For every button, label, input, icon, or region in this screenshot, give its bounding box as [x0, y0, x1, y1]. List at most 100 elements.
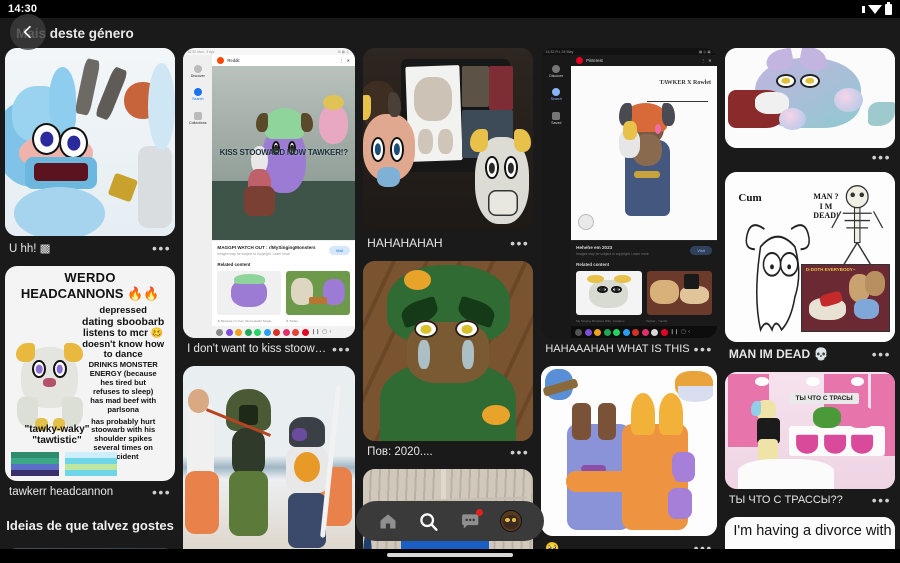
status-system-icons — [862, 1, 892, 15]
inner-status-bar: 18:30 Mon, 3 Apr ⊞ ▦ ◎ ∙ — [187, 49, 352, 54]
pin-card[interactable]: 18:30 Mon, 3 Apr⊞ ▦ ◎ ∙ Discover Search — [183, 48, 356, 357]
pin-caption: ••• — [725, 148, 895, 164]
inner-hero-image: KISS STOOWARD NOW TAWKER!? — [212, 66, 356, 240]
unread-badge — [475, 509, 483, 516]
pin-card[interactable]: 14:32 Fri, 24 May ▦ ◎ ▣ ∙ Discover Search — [541, 48, 717, 357]
inner-close-icon[interactable]: ✕ — [347, 58, 351, 63]
inner-visit-button[interactable]: Visit — [328, 246, 351, 255]
pin-card[interactable]: Пов: 2020.... ••• — [363, 261, 534, 460]
inner-link-title: Hehehe em 2023 — [576, 245, 613, 250]
pin-card[interactable]: ••• — [724, 48, 895, 164]
pin-overflow-menu[interactable]: ••• — [872, 493, 891, 507]
pin-image — [363, 48, 534, 231]
pin-title: ТЫ ЧТО С ТРАССЫ?? — [728, 494, 843, 506]
inner-app-name: Pinterest — [586, 58, 603, 63]
pin-image: 18:30 Mon, 3 Apr⊞ ▦ ◎ ∙ Discover Search — [183, 48, 356, 338]
pin-caption: tawkerr headcannon ••• — [5, 481, 175, 500]
nav-home-button[interactable] — [378, 511, 398, 531]
roblox-sign: ТЫ ЧТО С ТРАСЫ — [789, 393, 859, 405]
inner-thumb[interactable] — [646, 271, 712, 315]
section-title: Ideias de que talvez gostes — [6, 518, 174, 533]
inner-side-rail: Discover Search Collections — [183, 55, 213, 338]
rail-item-collections[interactable]: Collections — [189, 111, 207, 126]
pin-card[interactable]: U hh! ▩ ••• — [5, 48, 176, 257]
pin-card[interactable] — [183, 366, 356, 561]
pin-overflow-menu[interactable]: ••• — [510, 445, 529, 459]
pin-overflow-menu[interactable]: ••• — [872, 347, 891, 361]
pin-title: U hh! ▩ — [9, 243, 51, 255]
nav-messages-button[interactable] — [460, 509, 483, 531]
rail-item-discover[interactable]: Discover — [191, 65, 205, 79]
gesture-bar — [387, 553, 513, 557]
rail-item-discover[interactable]: Discover — [549, 65, 563, 79]
sketch-inset-panel: D-DOTH EVERYBODY~ — [801, 263, 890, 332]
pin-overflow-menu[interactable]: ••• — [510, 236, 529, 250]
pin-caption: I don't want to kiss stoowarb maggpi ••• — [183, 338, 355, 357]
inner-visit-button[interactable]: Visit — [690, 246, 712, 255]
rail-item-search[interactable]: Search — [192, 88, 203, 102]
pin-card[interactable]: 🥺 ••• — [541, 366, 717, 557]
pin-column-5: ••• Cum MAN ? I M DEAD! D-DOTH EVERYBODY… — [724, 48, 895, 563]
pin-caption: U hh! ▩ ••• — [5, 236, 175, 257]
pin-caption: HAHAAAHAH WHAT IS THIS ••• — [541, 338, 716, 357]
pin-image: Cum MAN ? I M DEAD! D-DOTH EVERYBODY~ — [724, 172, 895, 342]
pin-image — [183, 366, 356, 561]
pin-card[interactable]: WERDO HEADCANNONS 🔥🔥 depressed dating sb… — [5, 266, 176, 500]
inner-app-name: Reddit — [227, 58, 240, 63]
rail-item-search[interactable]: Search — [551, 88, 562, 102]
inner-side-rail: Discover Search Saved — [541, 55, 572, 338]
nav-profile-button[interactable] — [499, 510, 522, 532]
sketch-label-1: Cum — [738, 192, 762, 205]
pin-overflow-menu[interactable]: ••• — [152, 485, 171, 499]
pin-title: Пов: 2020.... — [367, 446, 433, 458]
bottom-navigation-bar — [356, 501, 544, 541]
pin-title: HAHAHAHAH — [367, 236, 443, 250]
pin-overflow-menu[interactable]: ••• — [332, 342, 351, 356]
quote-1: "tawky-waky" — [24, 424, 90, 435]
pin-caption: Пов: 2020.... ••• — [363, 441, 533, 460]
pin-card[interactable]: ТЫ ЧТО С ТРАСЫ ТЫ ЧТО С ТРАССЫ?? ••• — [724, 372, 895, 508]
inner-copyright: Images may be subject to copyright. Lear… — [576, 252, 649, 256]
pin-column-3: HAHAHAHAH ••• Пов: 2020.... ••• — [363, 48, 534, 563]
pin-overflow-menu[interactable]: ••• — [872, 150, 891, 164]
inner-hero-image: TAWKER X Rowlet — [571, 66, 717, 240]
home-icon — [380, 514, 396, 529]
pin-title: HAHAAAHAH WHAT IS THIS — [545, 343, 690, 355]
headcannon-heading: WERDO — [64, 270, 116, 285]
inner-thumb[interactable] — [286, 271, 351, 315]
quote-2: "tawtistic" — [32, 435, 82, 446]
pin-overflow-menu[interactable]: ••• — [694, 342, 713, 356]
pin-image — [541, 366, 717, 536]
avatar — [499, 510, 522, 532]
page-header: Mais deste género — [0, 18, 900, 48]
pin-column-2: 18:30 Mon, 3 Apr⊞ ▦ ◎ ∙ Discover Search — [183, 48, 356, 563]
inner-overlay-text: KISS STOOWARD NOW TAWKER!? — [219, 147, 348, 157]
search-icon — [420, 512, 438, 531]
pin-overflow-menu[interactable]: ••• — [152, 241, 171, 255]
pin-caption: ТЫ ЧТО С ТРАССЫ?? ••• — [725, 489, 895, 508]
pin-title: tawkerr headcannon — [9, 486, 114, 498]
inner-related-label: Related content — [576, 262, 610, 267]
inner-close-icon[interactable]: ✕ — [708, 58, 712, 63]
inner-thumb[interactable] — [576, 271, 642, 315]
rail-item-saved[interactable]: Saved — [551, 111, 561, 126]
pin-column-1: U hh! ▩ ••• WERDO HEADCANNONS 🔥🔥 depress… — [5, 48, 176, 563]
pin-card[interactable]: HAHAHAHAH ••• — [363, 48, 534, 252]
headcannon-heading-2: HEADCANNONS 🔥🔥 — [20, 286, 160, 301]
pride-flags — [11, 452, 117, 476]
pin-column-4: 14:32 Fri, 24 May ▦ ◎ ▣ ∙ Discover Search — [541, 48, 717, 563]
pin-caption: MAN IM DEAD 💀 ••• — [725, 342, 895, 363]
sketch-skeleton — [831, 185, 884, 268]
back-arrow-icon — [23, 25, 31, 39]
pin-title: MAN IM DEAD 💀 — [728, 347, 829, 361]
pin-card[interactable]: Cum MAN ? I M DEAD! D-DOTH EVERYBODY~ MA… — [724, 172, 895, 363]
back-button[interactable] — [10, 14, 46, 50]
pin-caption: HAHAHAHAH ••• — [363, 231, 533, 252]
inner-status-bar: 14:32 Fri, 24 May ▦ ◎ ▣ ∙ — [545, 49, 713, 54]
inner-overlay-text: TAWKER X Rowlet — [659, 79, 711, 86]
inner-thumb[interactable] — [217, 271, 282, 315]
nav-search-button[interactable] — [418, 511, 439, 532]
pin-image: ТЫ ЧТО С ТРАСЫ — [724, 372, 895, 489]
inner-link-title: MAGGPI WATCH OUT : r/MySingingMonsters — [217, 245, 316, 250]
signal-icon — [862, 5, 865, 13]
